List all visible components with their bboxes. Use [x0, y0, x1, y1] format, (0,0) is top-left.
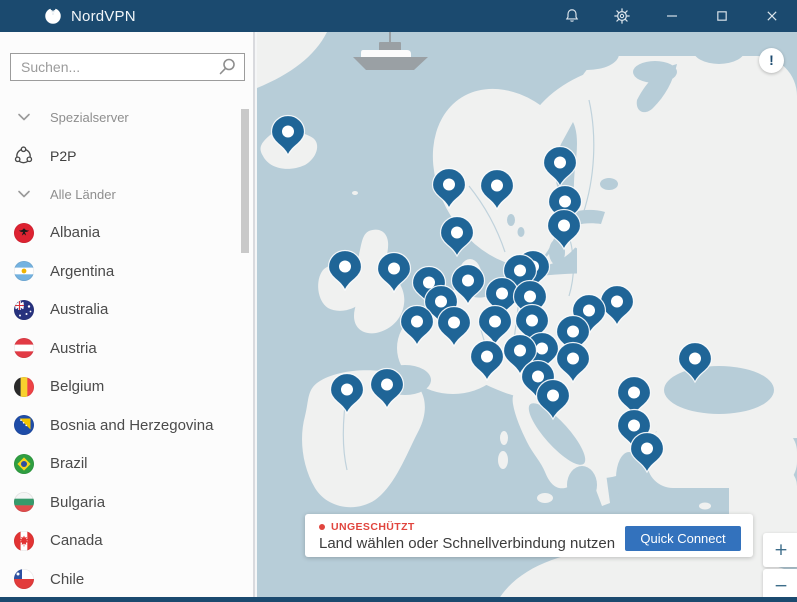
nordvpn-logo-icon: [44, 7, 62, 25]
country-item-belgium[interactable]: Belgium: [0, 368, 240, 407]
chevron-down-icon: [13, 107, 34, 128]
sidebar-section-spezialserver[interactable]: Spezialserver: [0, 98, 240, 137]
chevron-down-icon: [13, 184, 34, 205]
country-item-brazil[interactable]: Brazil: [0, 445, 240, 484]
quick-connect-button[interactable]: Quick Connect: [625, 526, 741, 551]
section-label: Spezialserver: [50, 110, 129, 125]
flag-icon: [13, 261, 34, 282]
server-list: Spezialserver P2P Alle Länder Albania Argent…: [0, 98, 240, 599]
minimize-button[interactable]: [647, 0, 697, 32]
country-item-bulgaria[interactable]: Bulgaria: [0, 483, 240, 522]
bell-icon: [562, 6, 582, 26]
search-input[interactable]: [10, 53, 245, 81]
country-item-albania[interactable]: Albania: [0, 214, 240, 253]
flag-icon: [13, 453, 34, 474]
country-label: Argentina: [50, 263, 114, 280]
maximize-button[interactable]: [697, 0, 747, 32]
flag-icon: [13, 569, 34, 590]
app-title: NordVPN: [71, 8, 136, 25]
status-label: UNGESCHÜTZT: [331, 521, 415, 533]
country-label: Belgium: [50, 378, 104, 395]
brand: NordVPN: [0, 7, 136, 25]
maximize-icon: [712, 6, 732, 26]
close-button[interactable]: [747, 0, 797, 32]
settings-button[interactable]: [597, 0, 647, 32]
country-item-chile[interactable]: Chile: [0, 560, 240, 599]
sidebar: Spezialserver P2P Alle Länder Albania Argent…: [0, 32, 255, 597]
country-label: Albania: [50, 224, 100, 241]
notifications-button[interactable]: [547, 0, 597, 32]
search-box: [10, 53, 245, 81]
country-label: Bosnia and Herzegovina: [50, 417, 213, 434]
section-label: P2P: [50, 148, 76, 164]
gear-icon: [612, 6, 632, 26]
flag-icon: [13, 222, 34, 243]
country-label: Austria: [50, 340, 97, 357]
flag-icon: [13, 492, 34, 513]
close-icon: [762, 6, 782, 26]
status-message: Land wählen oder Schnellverbindung nutze…: [319, 535, 615, 552]
country-item-austria[interactable]: Austria: [0, 329, 240, 368]
country-label: Chile: [50, 571, 84, 588]
window-bottom-border: [0, 597, 797, 602]
info-button[interactable]: !: [759, 48, 784, 73]
country-label: Australia: [50, 301, 108, 318]
flag-icon: [13, 338, 34, 359]
map-zoom-in-button[interactable]: +: [763, 533, 797, 567]
country-item-bosnia-and-herzegovina[interactable]: Bosnia and Herzegovina: [0, 406, 240, 445]
flag-icon: [13, 530, 34, 551]
nordvpn-window: NordVPN: [0, 0, 797, 602]
country-label: Bulgaria: [50, 494, 105, 511]
sidebar-section-alle-l-nder[interactable]: Alle Länder: [0, 175, 240, 214]
section-label: Alle Länder: [50, 187, 116, 202]
flag-icon: [13, 299, 34, 320]
sidebar-section-p2p[interactable]: P2P: [0, 137, 240, 176]
country-item-australia[interactable]: Australia: [0, 291, 240, 330]
status-dot-icon: [319, 524, 325, 530]
minimize-icon: [662, 6, 682, 26]
connection-statusbar: UNGESCHÜTZT Land wählen oder Schnellverb…: [305, 514, 753, 557]
status-line: UNGESCHÜTZT: [319, 521, 415, 533]
country-label: Canada: [50, 532, 103, 549]
country-label: Brazil: [50, 455, 88, 472]
p2p-icon: [13, 145, 34, 166]
titlebar-actions: [547, 0, 797, 32]
titlebar: NordVPN: [0, 0, 797, 32]
sidebar-scrollbar[interactable]: [241, 109, 249, 253]
map-area: ! UNGESCHÜTZT Land wählen oder Schnellve…: [257, 32, 797, 602]
flag-icon: [13, 376, 34, 397]
country-item-canada[interactable]: Canada: [0, 522, 240, 561]
country-item-argentina[interactable]: Argentina: [0, 252, 240, 291]
flag-icon: [13, 415, 34, 436]
